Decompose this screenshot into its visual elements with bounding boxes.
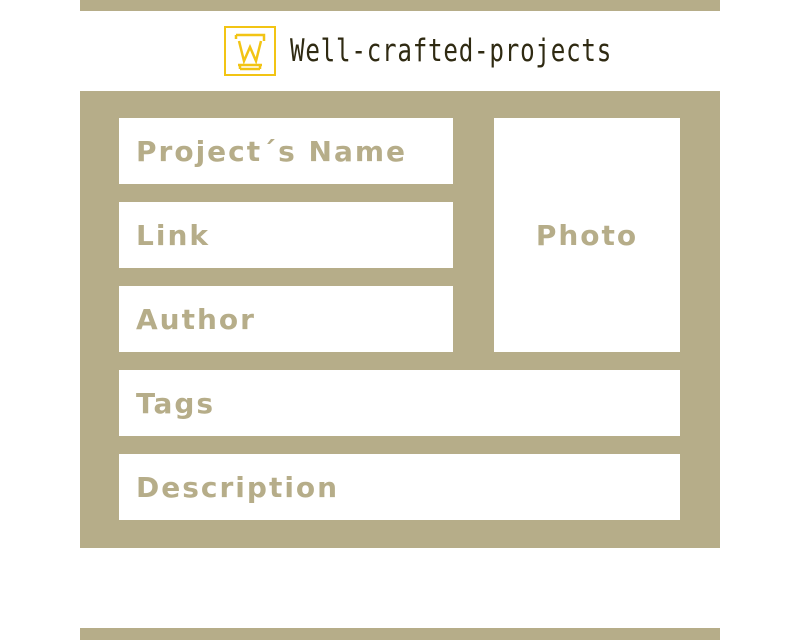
tags-field[interactable]: Tags bbox=[119, 370, 680, 436]
site-header: Well-crafted-projects bbox=[224, 24, 703, 78]
project-name-field[interactable]: Project´s Name bbox=[119, 118, 453, 184]
photo-upload[interactable]: Photo bbox=[494, 118, 680, 352]
author-field[interactable]: Author bbox=[119, 286, 453, 352]
top-bar bbox=[80, 0, 720, 11]
description-field[interactable]: Description bbox=[119, 454, 680, 520]
brand-name: Well-crafted-projects bbox=[290, 33, 613, 69]
bottom-bar bbox=[80, 628, 720, 640]
link-field[interactable]: Link bbox=[119, 202, 453, 268]
logo[interactable] bbox=[224, 26, 276, 76]
project-form: Project´s Name Link Author Photo Tags De… bbox=[80, 91, 720, 548]
wc-monogram-icon bbox=[234, 33, 266, 71]
